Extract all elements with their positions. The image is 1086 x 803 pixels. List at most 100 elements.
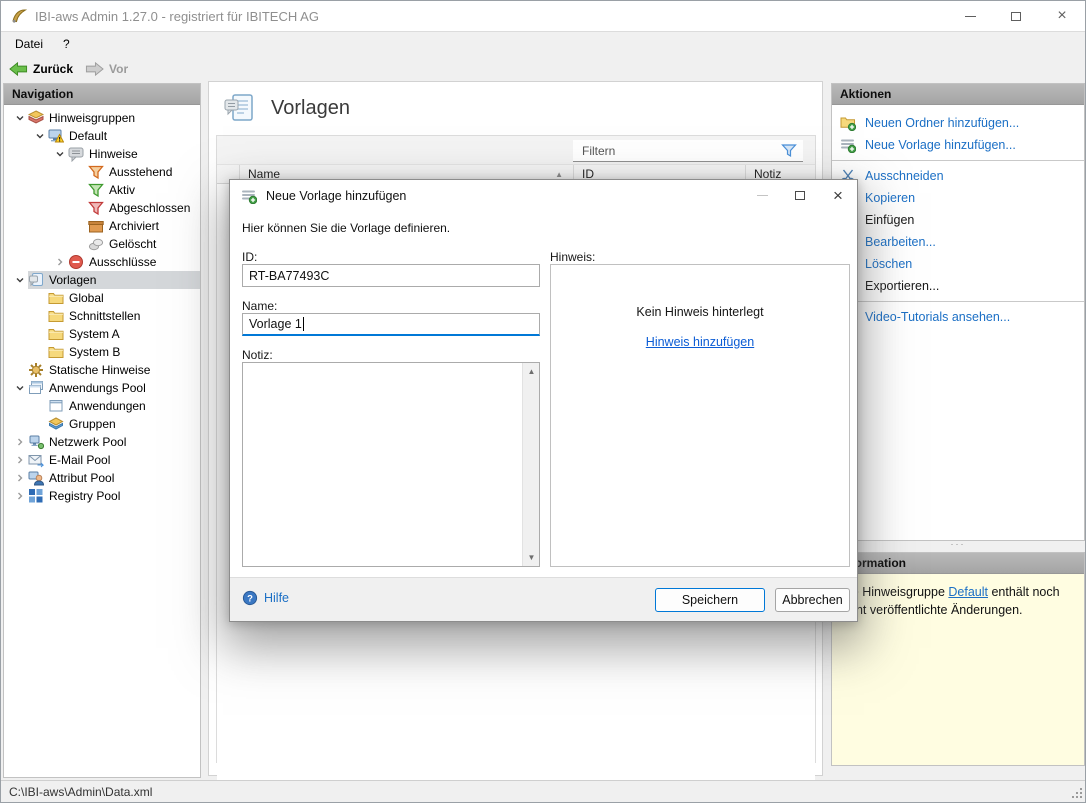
action-kopieren[interactable]: Kopieren — [832, 187, 1084, 209]
back-arrow-icon — [9, 61, 28, 77]
id-field[interactable]: RT-BA77493C — [242, 264, 540, 287]
tree-item-aktiv[interactable]: Aktiv — [4, 181, 200, 199]
filter-input[interactable]: Filtern — [573, 140, 803, 162]
tree-item-gruppen[interactable]: Gruppen — [4, 415, 200, 433]
tree-item-hinweise[interactable]: Hinweise — [4, 145, 200, 163]
information-header: Information — [832, 553, 1084, 574]
tree-item-anwendungs-pool[interactable]: Anwendungs Pool — [4, 379, 200, 397]
forward-button[interactable]: Vor — [85, 61, 128, 77]
chevron-right-icon[interactable] — [12, 473, 28, 483]
chevron-right-icon[interactable] — [12, 491, 28, 501]
group-stack-icon — [28, 110, 44, 126]
action-ausschneiden[interactable]: Ausschneiden — [832, 165, 1084, 187]
back-button[interactable]: Zurück — [9, 61, 73, 77]
hinweis-add-link[interactable]: Hinweis hinzufügen — [646, 335, 754, 349]
window-title: IBI-aws Admin 1.27.0 - registriert für I… — [35, 9, 319, 24]
template-add-icon — [241, 188, 257, 204]
scroll-down-icon[interactable]: ▼ — [523, 549, 540, 566]
dialog-close-button[interactable]: × — [819, 180, 857, 211]
tree-item-e-mail-pool[interactable]: E-Mail Pool — [4, 451, 200, 469]
tree-item-gelöscht[interactable]: Gelöscht — [4, 235, 200, 253]
tree-item-netzwerk-pool[interactable]: Netzwerk Pool — [4, 433, 200, 451]
cancel-button[interactable]: Abbrechen — [775, 588, 850, 612]
coins-icon — [88, 236, 104, 252]
funnel-green-icon — [88, 182, 104, 198]
dialog-minimize-button — [743, 180, 781, 211]
tree-item-schnittstellen[interactable]: Schnittstellen — [4, 307, 200, 325]
dialog-subtitle: Hier können Sie die Vorlage definieren. — [242, 221, 450, 235]
dialog-titlebar: Neue Vorlage hinzufügen × — [230, 180, 857, 211]
tree-item-abgeschlossen[interactable]: Abgeschlossen — [4, 199, 200, 217]
tree-item-system-a[interactable]: System A — [4, 325, 200, 343]
notiz-label: Notiz: — [242, 348, 273, 362]
tree-item-anwendungen[interactable]: Anwendungen — [4, 397, 200, 415]
menubar: Datei ? — [1, 31, 1085, 56]
dialog-footer: ? Hilfe Speichern Abbrechen — [230, 577, 857, 621]
folder-icon — [48, 290, 64, 306]
close-button[interactable]: × — [1039, 1, 1085, 31]
navigation-header: Navigation — [4, 84, 200, 105]
tree-item-ausschlüsse[interactable]: Ausschlüsse — [4, 253, 200, 271]
tree-item-global[interactable]: Global — [4, 289, 200, 307]
default-group-link[interactable]: Default — [948, 585, 988, 599]
tree-item-system-b[interactable]: System B — [4, 343, 200, 361]
group-layers-icon — [48, 416, 64, 432]
name-field[interactable]: Vorlage 1 — [242, 313, 540, 336]
tree-item-default[interactable]: Default — [4, 127, 200, 145]
dialog-title: Neue Vorlage hinzufügen — [266, 189, 406, 203]
help-link[interactable]: ? Hilfe — [242, 590, 289, 606]
tree-item-vorlagen[interactable]: Vorlagen — [4, 271, 200, 289]
scroll-up-icon[interactable]: ▲ — [523, 363, 540, 380]
template-add-icon — [840, 137, 856, 153]
action-video-tutorials-ansehen[interactable]: Video-Tutorials ansehen... — [832, 306, 1084, 328]
action-list: Neuen Ordner hinzufügen...Neue Vorlage h… — [832, 105, 1084, 328]
save-button[interactable]: Speichern — [655, 588, 765, 612]
tree-item-statische-hinweise[interactable]: Statische Hinweise — [4, 361, 200, 379]
tree-item-attribut-pool[interactable]: Attribut Pool — [4, 469, 200, 487]
svg-text:?: ? — [247, 593, 253, 604]
resize-grip[interactable] — [1069, 785, 1083, 799]
titlebar: IBI-aws Admin 1.27.0 - registriert für I… — [1, 1, 1085, 31]
chevron-right-icon[interactable] — [52, 257, 68, 267]
action-löschen[interactable]: Löschen — [832, 253, 1084, 275]
action-exportieren: Exportieren... — [832, 275, 1084, 297]
nav-tree: HinweisgruppenDefaultHinweiseAusstehendA… — [4, 105, 200, 505]
minimize-button[interactable] — [947, 1, 993, 31]
app-window-icon — [48, 398, 64, 414]
action-neuen-ordner-hinzufügen[interactable]: Neuen Ordner hinzufügen... — [832, 112, 1084, 134]
filter-placeholder: Filtern — [582, 144, 781, 158]
notiz-scrollbar[interactable]: ▲ ▼ — [522, 363, 539, 566]
tree-item-hinweisgruppen[interactable]: Hinweisgruppen — [4, 109, 200, 127]
chevron-right-icon[interactable] — [12, 455, 28, 465]
id-label: ID: — [242, 250, 257, 264]
tree-item-archiviert[interactable]: Archiviert — [4, 217, 200, 235]
chevron-down-icon[interactable] — [32, 131, 48, 141]
tree-item-registry-pool[interactable]: Registry Pool — [4, 487, 200, 505]
action-separator — [832, 160, 1084, 161]
folder-icon — [48, 326, 64, 342]
dialog-maximize-button[interactable] — [781, 180, 819, 211]
chevron-right-icon[interactable] — [12, 437, 28, 447]
funnel-red-icon — [88, 200, 104, 216]
maximize-button[interactable] — [993, 1, 1039, 31]
filter-funnel-icon[interactable] — [781, 143, 797, 159]
name-label: Name: — [242, 299, 277, 313]
sort-asc-icon: ▲ — [555, 170, 563, 179]
help-circle-icon: ? — [242, 590, 258, 606]
hinweis-label: Hinweis: — [550, 250, 595, 264]
chevron-down-icon[interactable] — [12, 113, 28, 123]
menu-datei[interactable]: Datei — [5, 32, 53, 56]
forward-arrow-icon — [85, 61, 104, 77]
notiz-field[interactable]: ▲ ▼ — [242, 362, 540, 567]
panel-splitter-handle[interactable]: ··· — [831, 541, 1085, 552]
text-caret — [303, 317, 304, 331]
tree-item-ausstehend[interactable]: Ausstehend — [4, 163, 200, 181]
chevron-down-icon[interactable] — [52, 149, 68, 159]
chevron-down-icon[interactable] — [12, 275, 28, 285]
action-bearbeiten[interactable]: Bearbeiten... — [832, 231, 1084, 253]
exclude-icon — [68, 254, 84, 270]
app-window: IBI-aws Admin 1.27.0 - registriert für I… — [0, 0, 1086, 803]
chevron-down-icon[interactable] — [12, 383, 28, 393]
action-neue-vorlage-hinzufügen[interactable]: Neue Vorlage hinzufügen... — [832, 134, 1084, 156]
menu-help[interactable]: ? — [53, 32, 80, 56]
